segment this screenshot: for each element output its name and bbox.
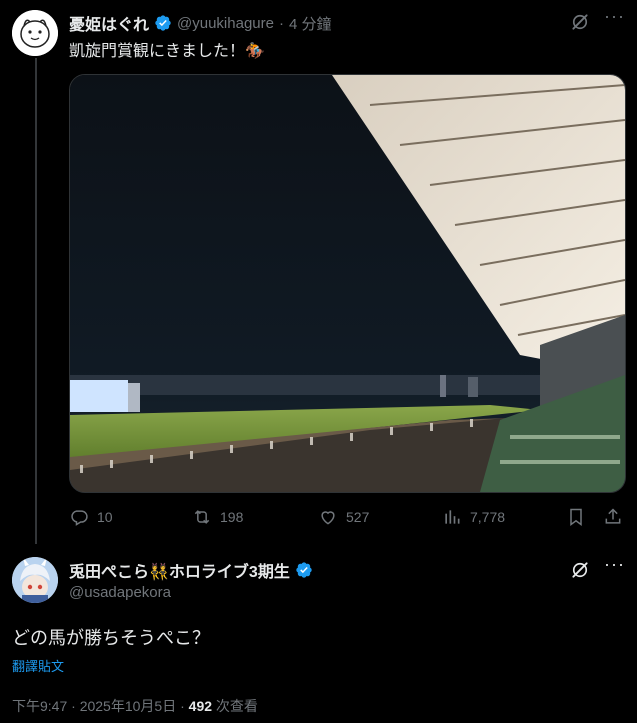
timestamp[interactable]: 4 分鐘 bbox=[289, 13, 332, 34]
verified-badge-icon[interactable] bbox=[295, 561, 313, 579]
timestamp[interactable]: 下午9:47 · 2025年10月5日 bbox=[12, 698, 176, 714]
more-options-icon[interactable]: ··· bbox=[604, 554, 625, 575]
retweet-icon bbox=[194, 510, 210, 524]
avatar[interactable] bbox=[12, 10, 58, 56]
retweet-count: 198 bbox=[220, 509, 244, 525]
grok-icon[interactable] bbox=[570, 560, 590, 580]
views-label: 次查看 bbox=[215, 698, 258, 714]
grok-icon[interactable] bbox=[570, 12, 590, 32]
more-options-icon[interactable]: ··· bbox=[604, 6, 625, 27]
like-button[interactable]: 527 bbox=[318, 507, 369, 527]
thread-line bbox=[35, 58, 37, 544]
translate-link[interactable]: 翻譯貼文 bbox=[12, 656, 64, 675]
tweet-header: 憂姫はぐれ @yuukihagure · 4 分鐘 bbox=[69, 11, 331, 35]
bookmark-icon[interactable] bbox=[566, 507, 586, 527]
tweet-text: 凱旋門賞観にきました！🏇 bbox=[69, 43, 265, 60]
handle[interactable]: @usadapekora bbox=[69, 584, 171, 601]
retweet-button[interactable]: 198 bbox=[192, 507, 243, 527]
avatar-image bbox=[12, 557, 58, 603]
handle[interactable]: @yuukihagure bbox=[177, 15, 274, 32]
separator-dot: · bbox=[278, 14, 284, 32]
tweet-meta: 下午9:47 · 2025年10月5日 · 492 次查看 bbox=[12, 696, 258, 716]
racecourse-night-photo bbox=[70, 75, 625, 492]
reply-icon bbox=[71, 510, 88, 526]
avatar-image bbox=[12, 10, 58, 56]
reply-count: 10 bbox=[97, 509, 113, 525]
display-name[interactable]: 兎田ぺこら👯ホロライブ3期生 bbox=[69, 558, 290, 582]
avatar[interactable] bbox=[12, 557, 58, 603]
tweet-text: どの馬が勝ちそうぺこ？ bbox=[12, 628, 210, 648]
display-name[interactable]: 憂姫はぐれ bbox=[69, 11, 149, 35]
views-count: 7,778 bbox=[470, 509, 506, 525]
like-count: 527 bbox=[346, 509, 370, 525]
heart-icon bbox=[321, 511, 335, 525]
reply-button[interactable]: 10 bbox=[69, 507, 113, 527]
tweet-photo[interactable] bbox=[69, 74, 626, 493]
share-icon[interactable] bbox=[603, 507, 623, 527]
separator-dot: · bbox=[180, 698, 185, 714]
tweet-header: 兎田ぺこら👯ホロライブ3期生 bbox=[69, 558, 313, 582]
views-button[interactable]: 7,778 bbox=[442, 507, 505, 527]
views-count: 492 bbox=[188, 698, 213, 714]
verified-badge-icon[interactable] bbox=[154, 14, 172, 32]
analytics-icon bbox=[445, 510, 460, 524]
